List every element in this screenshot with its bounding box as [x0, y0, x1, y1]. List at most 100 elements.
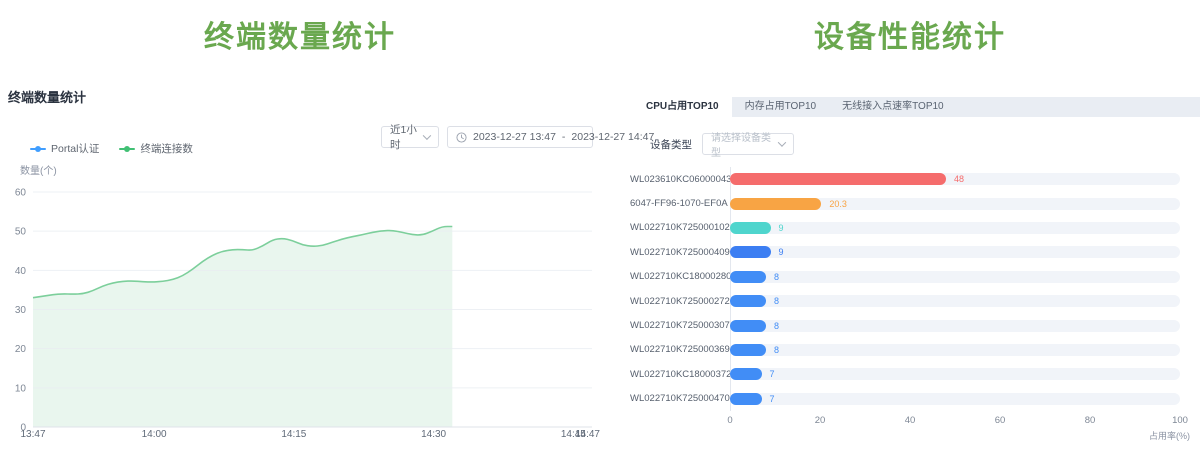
bar-track-area: 9	[730, 246, 1180, 258]
x-tick-label: 14:30	[421, 429, 446, 440]
tab-2[interactable]: 无线接入点速率TOP10	[829, 97, 957, 117]
device-label: WL022710K725000272	[630, 296, 730, 307]
bar-row: WL022710KC18000372 7	[630, 362, 1190, 386]
bar-value-label: 20.3	[829, 199, 847, 210]
bar	[730, 344, 766, 356]
date-range-end: 2023-12-27 14:47	[571, 131, 654, 143]
device-label: 6047-FF96-1070-EF0A	[630, 198, 730, 209]
time-range-value: 近1小时	[390, 122, 424, 152]
bar-value-label: 9	[779, 223, 784, 234]
y-tick-label: 60	[15, 187, 27, 198]
bar-track	[730, 271, 1180, 283]
y-tick-label: 50	[15, 227, 27, 238]
bar-track-area: 7	[730, 368, 1180, 380]
x-tick-label: 13:47	[20, 429, 45, 440]
device-label: WL023610KC06000043	[630, 174, 730, 185]
tab-1[interactable]: 内存占用TOP10	[732, 97, 830, 117]
bar-value-label: 8	[774, 296, 779, 307]
bar-value-label: 7	[770, 394, 775, 405]
x-tick-label: 14:15	[281, 429, 306, 440]
device-label: WL022710K725000369	[630, 344, 730, 355]
bar-x-tick-label: 80	[1085, 415, 1096, 426]
bar-row: WL023610KC06000043 48	[630, 167, 1190, 191]
bar	[730, 271, 766, 283]
bar-value-label: 7	[770, 369, 775, 380]
bar-row: WL022710K725000409 9	[630, 240, 1190, 264]
y-tick-label: 40	[15, 266, 27, 277]
device-label: WL022710K725000409	[630, 247, 730, 258]
bar	[730, 320, 766, 332]
bar-x-axis-title: 占用率(%)	[630, 429, 1190, 442]
legend-line-dot-icon	[119, 148, 135, 150]
bar-track-area: 8	[730, 344, 1180, 356]
clock-icon	[456, 132, 467, 143]
device-label: WL022710K725000307	[630, 320, 730, 331]
bar	[730, 368, 762, 380]
y-tick-label: 20	[15, 344, 27, 355]
legend-item[interactable]: Portal认证	[30, 141, 99, 156]
bar-track	[730, 320, 1180, 332]
bar-value-label: 8	[774, 321, 779, 332]
device-type-select[interactable]: 请选择设备类型	[702, 133, 794, 155]
area-fill	[33, 227, 452, 428]
bar-track-area: 8	[730, 271, 1180, 283]
bar-x-tick-label: 20	[815, 415, 826, 426]
device-type-placeholder: 请选择设备类型	[711, 129, 779, 159]
bar-x-axis: 0 20 40 60 80 100	[630, 415, 1190, 429]
bar	[730, 393, 762, 405]
chart-legend: Portal认证 终端连接数	[30, 141, 193, 156]
bar-value-label: 8	[774, 272, 779, 283]
bar-row: WL022710K725000307 8	[630, 313, 1190, 337]
device-type-label: 设备类型	[650, 137, 692, 152]
bar	[730, 246, 771, 258]
bar-x-tick-label: 60	[995, 415, 1006, 426]
device-label: WL022710K725000102	[630, 222, 730, 233]
x-tick-label: 14:47	[575, 429, 600, 440]
device-label: WL022710KC18000280	[630, 271, 730, 282]
bar-value-label: 8	[774, 345, 779, 356]
bar-x-tick-label: 0	[727, 415, 732, 426]
bar-track-area: 8	[730, 320, 1180, 332]
x-tick-label: 14:00	[142, 429, 167, 440]
tab-0[interactable]: CPU占用TOP10	[633, 97, 732, 117]
device-type-filter: 设备类型 请选择设备类型	[650, 133, 794, 155]
date-range-start: 2023-12-27 13:47	[473, 131, 556, 143]
device-label: WL022710K725000470	[630, 393, 730, 404]
bar-track	[730, 222, 1180, 234]
bar-track	[730, 393, 1180, 405]
bar-row: WL022710K725000102 9	[630, 216, 1190, 240]
bar-value-label: 9	[779, 247, 784, 258]
bar-row: WL022710KC18000280 8	[630, 265, 1190, 289]
dashboard: 终端数量统计 终端数量统计 近1小时 2023-12-27 13:47 - 20…	[0, 0, 1200, 456]
bar	[730, 173, 946, 185]
bar-track	[730, 246, 1180, 258]
terminal-stats-title: 终端数量统计	[0, 12, 600, 56]
device-label: WL022710KC18000372	[630, 369, 730, 380]
bar-x-tick-label: 40	[905, 415, 916, 426]
bar-value-label: 48	[954, 174, 964, 185]
cpu-top10-bar-chart: WL023610KC06000043 48 6047-FF96-1070-EF0A 2…	[630, 167, 1190, 429]
time-filter-row: 近1小时 2023-12-27 13:47 - 2023-12-27 14:47	[381, 126, 593, 148]
bar-track	[730, 295, 1180, 307]
device-performance-title: 设备性能统计	[620, 12, 1200, 56]
legend-label: 终端连接数	[140, 141, 193, 156]
bar-track-area: 48	[730, 173, 1180, 185]
bar-row: WL022710K725000272 8	[630, 289, 1190, 313]
bar	[730, 222, 771, 234]
bar	[730, 198, 821, 210]
y-tick-label: 30	[15, 305, 27, 316]
legend-label: Portal认证	[51, 141, 99, 156]
time-range-select[interactable]: 近1小时	[381, 126, 439, 148]
bar-row: 6047-FF96-1070-EF0A 20.3	[630, 191, 1190, 215]
bar-row: WL022710K725000470 7	[630, 387, 1190, 411]
date-range-separator: -	[562, 131, 566, 143]
legend-line-dot-icon	[30, 148, 46, 150]
bar-track-area: 9	[730, 222, 1180, 234]
bar-x-tick-label: 100	[1172, 415, 1188, 426]
bar-track	[730, 368, 1180, 380]
terminal-card-title: 终端数量统计	[8, 87, 86, 106]
date-range-picker[interactable]: 2023-12-27 13:47 - 2023-12-27 14:47	[447, 126, 593, 148]
legend-item[interactable]: 终端连接数	[119, 141, 193, 156]
bar-track-area: 20.3	[730, 198, 1180, 210]
performance-tabs: CPU占用TOP10内存占用TOP10无线接入点速率TOP10	[633, 97, 1200, 117]
